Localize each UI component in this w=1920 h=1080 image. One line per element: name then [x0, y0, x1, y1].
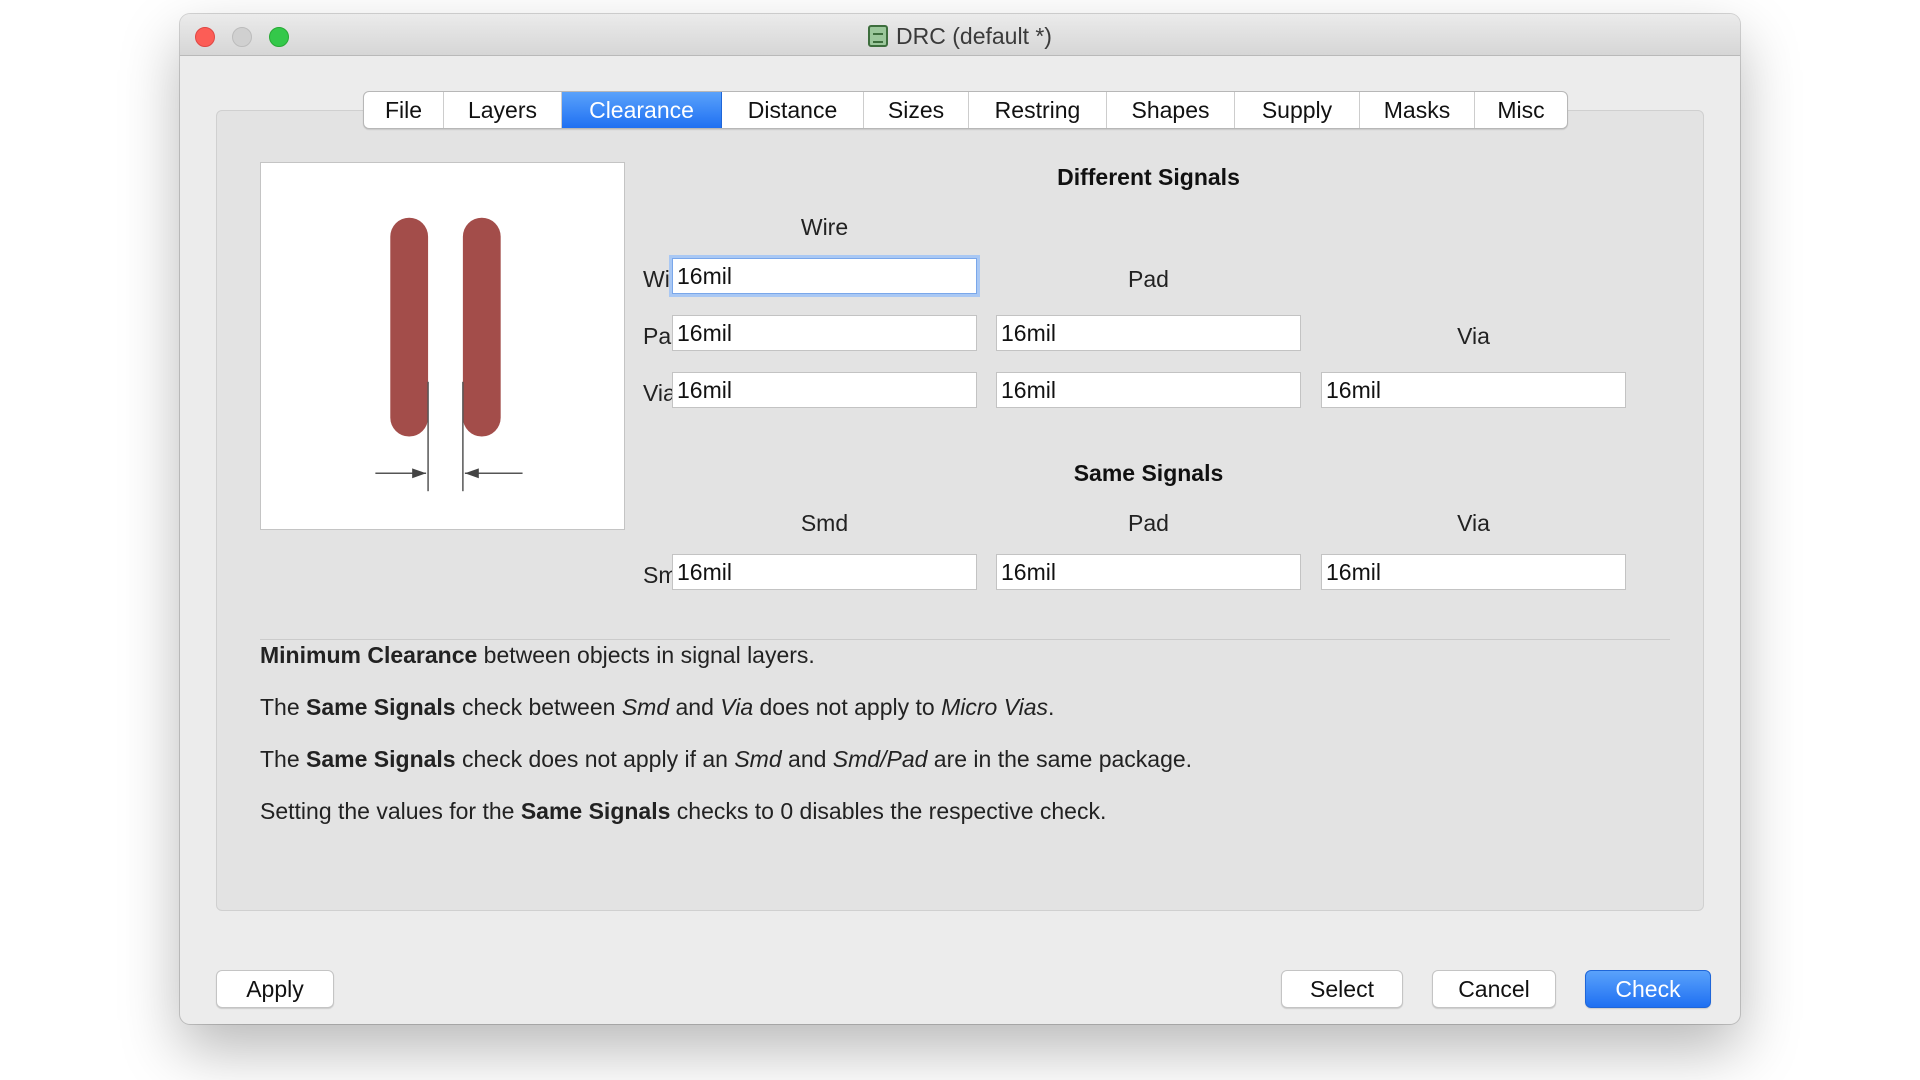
- help-line-3: The Same Signals check does not apply if…: [260, 746, 1192, 773]
- help-text: check between: [455, 694, 622, 720]
- tab-misc[interactable]: Misc: [1475, 92, 1567, 128]
- via-via-clearance-input[interactable]: [1321, 372, 1626, 408]
- help-italic: Smd: [621, 694, 670, 720]
- smd-smd-clearance-input[interactable]: [672, 554, 977, 590]
- tab-bar: File Layers Clearance Distance Sizes Res…: [363, 91, 1568, 129]
- tab-restring[interactable]: Restring: [969, 92, 1107, 128]
- help-italic: Smd/Pad: [832, 746, 928, 772]
- help-emphasis: Minimum Clearance: [260, 642, 478, 668]
- check-button[interactable]: Check: [1585, 970, 1711, 1008]
- right-arrowhead: [464, 468, 479, 479]
- tab-supply[interactable]: Supply: [1235, 92, 1360, 128]
- different-col-wire: Wire: [800, 214, 849, 240]
- help-emphasis: Same Signals: [306, 694, 456, 720]
- title-bar: DRC (default *): [180, 14, 1740, 56]
- help-line-1: Minimum Clearance between objects in sig…: [260, 642, 815, 669]
- tab-masks[interactable]: Masks: [1360, 92, 1475, 128]
- same-col-smd: Smd: [800, 510, 849, 536]
- help-text: and: [781, 746, 833, 772]
- help-text: Setting the values for the: [260, 798, 521, 824]
- help-italic: Micro Vias: [941, 694, 1049, 720]
- help-text: does not apply to: [753, 694, 942, 720]
- via-wire-clearance-input[interactable]: [672, 372, 977, 408]
- help-text: .: [1048, 694, 1055, 720]
- smd-via-clearance-input[interactable]: [1321, 554, 1626, 590]
- same-signals-heading: Same Signals: [1073, 460, 1224, 486]
- separator: [260, 639, 1670, 640]
- help-text: are in the same package.: [927, 746, 1193, 772]
- left-arrowhead: [412, 468, 427, 479]
- clearance-illustration: [260, 162, 625, 530]
- select-button[interactable]: Select: [1281, 970, 1403, 1008]
- different-signals-heading: Different Signals: [1057, 164, 1240, 190]
- help-line-2: The Same Signals check between Smd and V…: [260, 694, 1054, 721]
- wire-wire-clearance-input[interactable]: [672, 258, 977, 294]
- help-text: The: [260, 746, 307, 772]
- tab-distance[interactable]: Distance: [722, 92, 864, 128]
- cancel-button[interactable]: Cancel: [1432, 970, 1556, 1008]
- help-line-4: Setting the values for the Same Signals …: [260, 798, 1106, 825]
- help-text: The: [260, 694, 307, 720]
- tab-sizes[interactable]: Sizes: [864, 92, 969, 128]
- tab-clearance[interactable]: Clearance: [562, 92, 722, 128]
- different-row-via: Via: [643, 380, 676, 406]
- left-trace: [390, 217, 429, 437]
- help-text: checks to 0 disables the respective chec…: [670, 798, 1107, 824]
- right-trace: [462, 217, 501, 437]
- help-text: and: [669, 694, 721, 720]
- smd-pad-clearance-input[interactable]: [996, 554, 1301, 590]
- clearance-diagram: [375, 217, 523, 492]
- pad-wire-clearance-input[interactable]: [672, 315, 977, 351]
- apply-button[interactable]: Apply: [216, 970, 334, 1008]
- different-col-via: Via: [1457, 323, 1490, 349]
- tab-file[interactable]: File: [364, 92, 444, 128]
- window-title-area: DRC (default *): [180, 23, 1740, 50]
- drc-app-icon: [868, 25, 889, 47]
- window-title: DRC (default *): [896, 23, 1052, 49]
- drc-dialog-window: DRC (default *) File Layers Clearance Di…: [180, 14, 1740, 1024]
- help-italic: Smd: [734, 746, 782, 772]
- tab-shapes[interactable]: Shapes: [1107, 92, 1235, 128]
- same-col-via: Via: [1457, 510, 1490, 536]
- help-italic: Via: [720, 694, 754, 720]
- via-pad-clearance-input[interactable]: [996, 372, 1301, 408]
- tab-layers[interactable]: Layers: [444, 92, 562, 128]
- help-text: check does not apply if an: [455, 746, 735, 772]
- help-emphasis: Same Signals: [520, 798, 671, 824]
- help-emphasis: Same Signals: [306, 746, 456, 772]
- same-col-pad: Pad: [1128, 510, 1169, 536]
- help-text: between objects in signal layers.: [477, 642, 815, 668]
- different-col-pad: Pad: [1128, 266, 1169, 292]
- pad-pad-clearance-input[interactable]: [996, 315, 1301, 351]
